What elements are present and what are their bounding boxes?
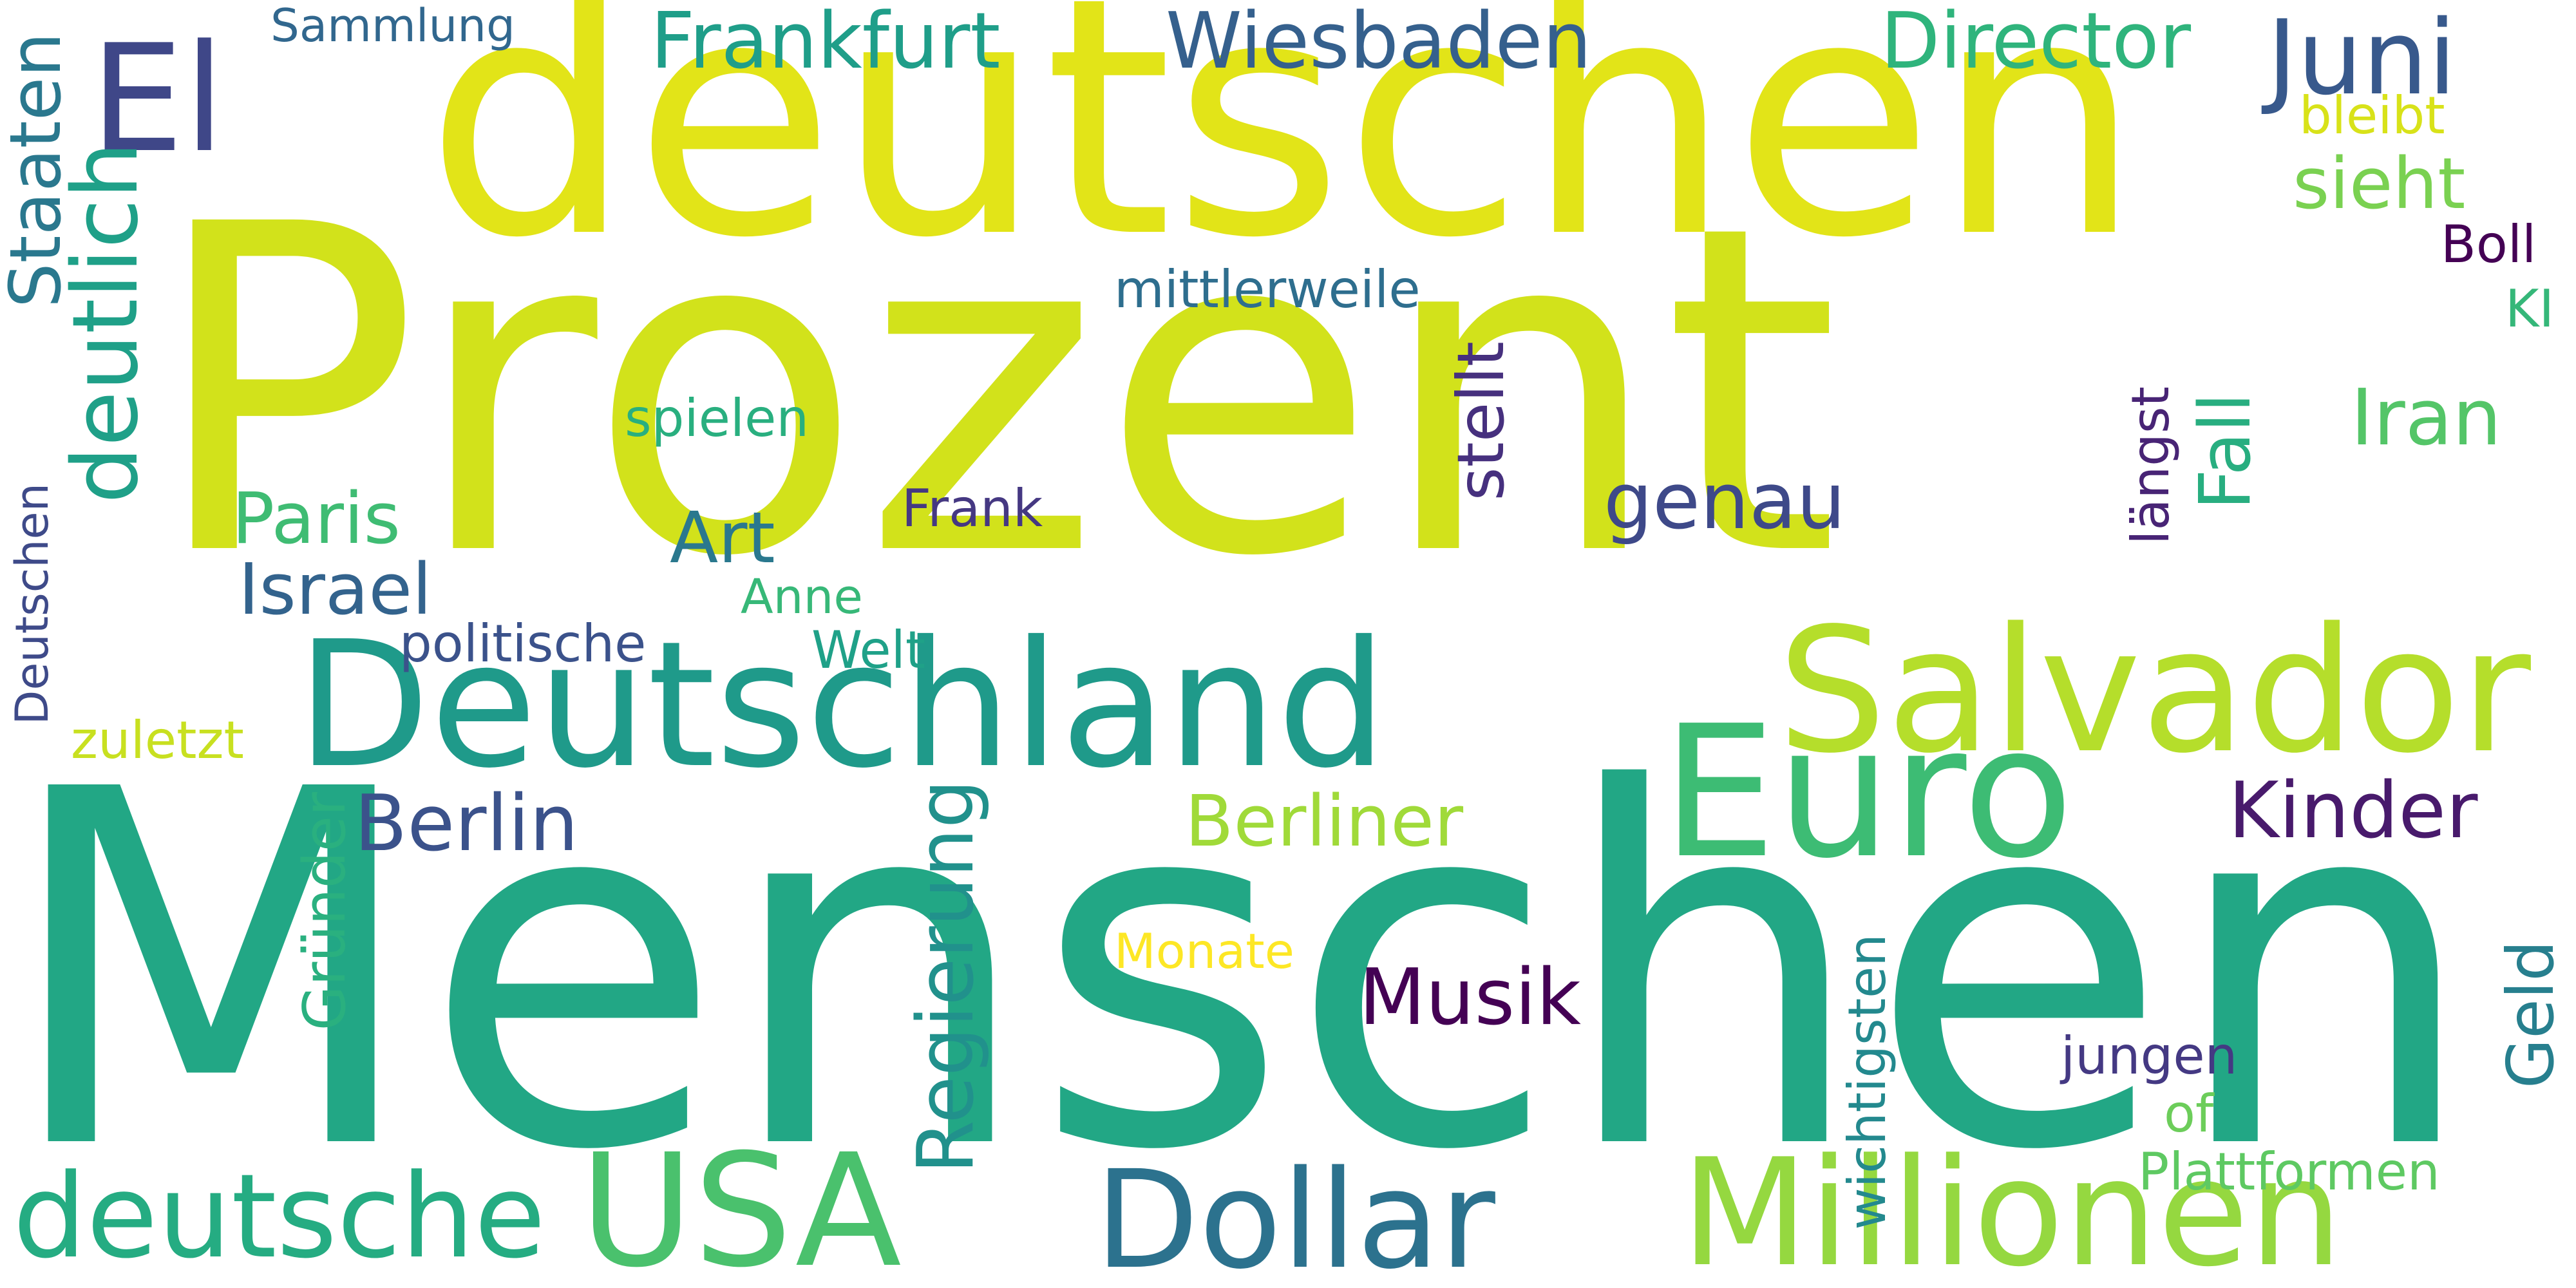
word-ki: KI — [2505, 279, 2555, 339]
word-director: Director — [1880, 0, 2192, 86]
word-cloud: Prozent Menschen deutschen Deutschland M… — [0, 0, 2576, 1288]
word-jungen: jungen — [2061, 1026, 2238, 1086]
word-bleibt: bleibt — [2299, 86, 2445, 146]
word-genau: genau — [1604, 457, 1846, 547]
word-politische: politische — [399, 614, 647, 674]
word-anne: Anne — [741, 569, 863, 625]
word-stellt: stellt — [1443, 341, 1519, 501]
word-deutsche: deutsche — [13, 1150, 546, 1284]
word-frankfurt: Frankfurt — [650, 0, 1001, 86]
word-deutschen-vertical: Deutschen — [6, 483, 59, 725]
word-sammlung: Sammlung — [270, 0, 515, 52]
word-frank: Frank — [902, 478, 1043, 538]
word-iran: Iran — [2351, 374, 2502, 463]
word-boll: Boll — [2441, 214, 2537, 274]
word-sieht: sieht — [2293, 142, 2466, 225]
word-welt: Welt — [811, 620, 926, 680]
word-berliner: Berliner — [1185, 780, 1464, 862]
word-dollar: Dollar — [1095, 1141, 1495, 1288]
word-plattformen: Plattformen — [2138, 1142, 2440, 1202]
word-mittlerweile: mittlerweile — [1114, 260, 1421, 319]
word-regierung: Regierung — [902, 779, 991, 1174]
word-wiesbaden: Wiesbaden — [1166, 0, 1592, 86]
word-paris: Paris — [232, 477, 401, 560]
word-fall: Fall — [2184, 393, 2266, 510]
word-laengst: längst — [2121, 386, 2181, 545]
word-monate: Monate — [1114, 923, 1294, 980]
word-spielen: spielen — [625, 388, 810, 448]
word-musik: Musik — [1359, 953, 1581, 1043]
word-euro: Euro — [1662, 687, 2074, 898]
word-usa: USA — [580, 1121, 902, 1288]
word-geld: Geld — [2493, 940, 2568, 1089]
word-zuletzt: zuletzt — [71, 710, 244, 770]
word-kinder: Kinder — [2228, 766, 2478, 856]
word-gruender: Gründer — [291, 792, 359, 1031]
word-staaten: Staaten — [0, 32, 77, 308]
word-berlin: Berlin — [354, 779, 579, 869]
word-wichtigsten: wichtigsten — [1837, 934, 1897, 1230]
word-art: Art — [670, 497, 775, 579]
word-of: of — [2164, 1084, 2214, 1144]
